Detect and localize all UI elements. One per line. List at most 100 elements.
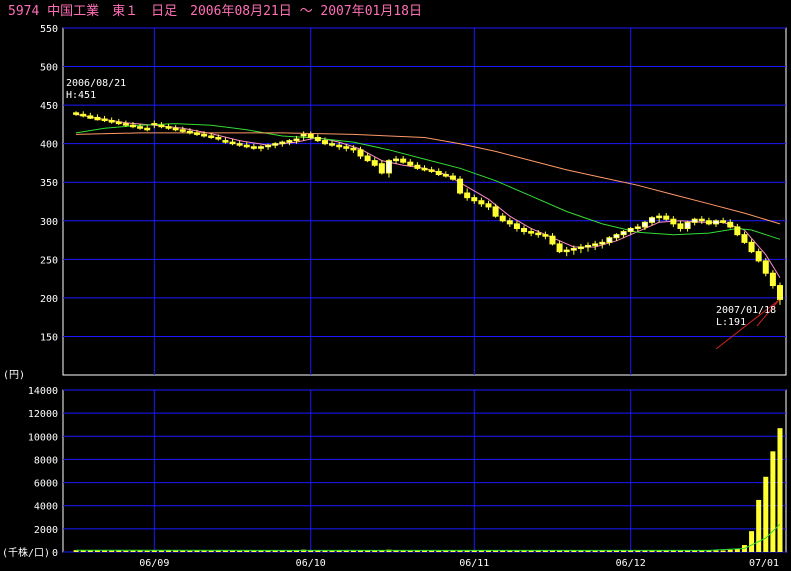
candle-body (421, 167, 428, 171)
candle-body (755, 251, 762, 262)
volume-bar (187, 550, 193, 552)
candle-body (464, 192, 471, 199)
price-unit-label: (円) (3, 370, 25, 381)
volume-bar (109, 550, 115, 552)
candle-body (777, 285, 783, 300)
volume-bar (407, 550, 413, 552)
x-tick-label: 07/01 (749, 558, 779, 569)
candle-body (250, 146, 257, 149)
candle-body (528, 231, 535, 234)
candle-body (307, 133, 314, 138)
candle-body (698, 218, 705, 222)
price-panel-frame (62, 27, 787, 376)
volume-bar (720, 550, 726, 552)
price-tick-label: 500 (40, 63, 58, 74)
price-tick-label: 450 (40, 101, 58, 112)
candle (769, 270, 776, 289)
candle-body (144, 127, 151, 131)
candle-body (272, 143, 279, 146)
candle-body (257, 146, 264, 149)
volume-panel: 0 2000 4000 6000 8000 10000 12000 14000 (千株/口) (2, 386, 787, 559)
volume-bar (237, 550, 243, 552)
candle-body (343, 146, 350, 149)
candle-body (186, 130, 193, 134)
candle-body (279, 141, 286, 145)
candle-body (485, 203, 492, 208)
candle-body (208, 135, 215, 138)
price-panel: 150 200 250 300 350 400 450 500 550 2006/08/21 H… (3, 24, 787, 381)
volume-tick-label: 6000 (34, 479, 58, 490)
price-tick-label: 400 (40, 140, 58, 151)
candle-body (435, 170, 442, 176)
price-tick-label: 350 (40, 178, 58, 189)
x-tick-label: 06/11 (459, 558, 489, 569)
candle-body (549, 235, 556, 245)
candle-body (649, 217, 656, 223)
volume-bar (749, 531, 755, 552)
price-tick-label: 200 (40, 294, 58, 305)
candle-body (478, 200, 485, 205)
candle-body (108, 120, 115, 123)
candle-body (670, 218, 677, 225)
low-date-label: 2007/01/18 (716, 305, 776, 316)
volume-bar (158, 550, 164, 552)
candle-body (101, 118, 108, 122)
price-tick-label: 550 (40, 24, 58, 35)
price-tick-label: 150 (40, 332, 58, 343)
candle-body (414, 164, 421, 169)
volume-bar (777, 428, 783, 552)
volume-unit-label: (千株/口) (2, 546, 50, 559)
candle-body (762, 260, 769, 274)
candle-body (243, 144, 250, 148)
volume-bar (770, 451, 776, 552)
volume-tick-label: 14000 (28, 386, 58, 397)
volume-tick-label: 8000 (34, 455, 58, 466)
candle-body (321, 140, 328, 145)
candle-body (215, 136, 222, 140)
candle-body (378, 163, 385, 174)
candle-body (350, 147, 357, 151)
candle-body (535, 232, 542, 236)
candle-body (727, 221, 734, 228)
candle-body (314, 136, 321, 142)
candle-body (385, 160, 392, 174)
candle-body (151, 123, 158, 126)
candle-body (193, 132, 200, 135)
candle-body (115, 121, 122, 125)
candle-body (471, 197, 478, 202)
price-tick-label: 250 (40, 255, 58, 266)
candle-body (293, 138, 300, 142)
candle-body (769, 272, 776, 287)
candle-body (713, 220, 720, 225)
high-value-label: H:451 (66, 90, 96, 101)
candle-body (663, 215, 670, 220)
volume-tick-label: 0 (52, 548, 58, 559)
candle-body (94, 116, 101, 121)
candle-body (122, 123, 129, 126)
candle-body (400, 158, 407, 163)
candle-body (129, 124, 136, 128)
candle-body (585, 244, 592, 248)
candle-body (222, 140, 229, 143)
candle-body (336, 144, 343, 148)
candle-body (449, 175, 456, 180)
candle-body (364, 155, 371, 162)
candle-body (158, 124, 165, 128)
volume-tick-label: 12000 (28, 409, 58, 420)
x-tick-label: 06/09 (139, 558, 169, 569)
candle-body (684, 221, 691, 229)
candle-body (513, 223, 520, 229)
candle-body (741, 234, 748, 243)
price-y-axis: 150 200 250 300 350 400 450 500 550 (40, 24, 58, 343)
candle-body (542, 234, 549, 237)
candle-body (329, 143, 336, 146)
volume-bar (208, 550, 214, 552)
candle-body (172, 127, 179, 131)
candle-body (705, 220, 712, 225)
stock-chart: 5974 中国工業 東１ 日足 2006年08月21日 ～ 2007年01月18… (2, 3, 787, 569)
candle-body (734, 226, 741, 236)
volume-bar (763, 476, 769, 552)
candle-body (357, 149, 364, 157)
price-tick-label: 300 (40, 217, 58, 228)
candle-body (428, 169, 435, 172)
